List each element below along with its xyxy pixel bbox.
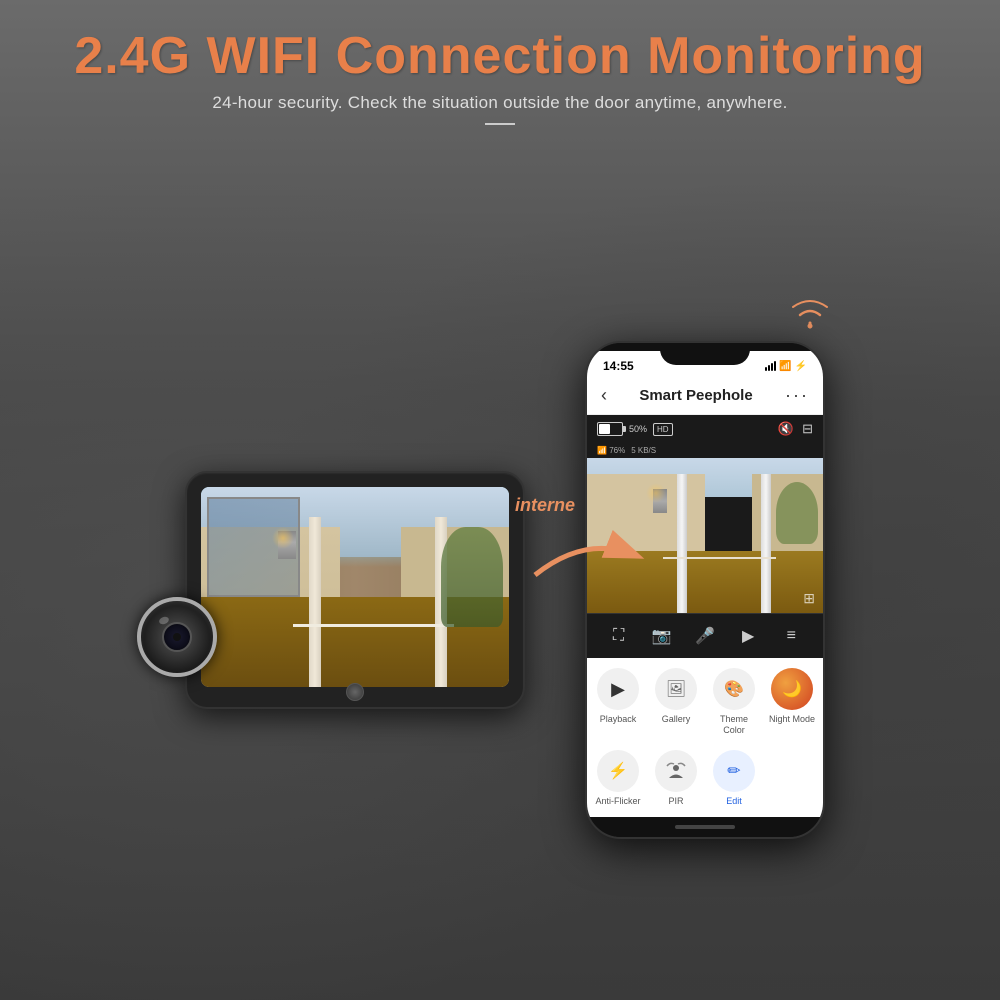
porch-column-left	[309, 517, 321, 687]
anti-flicker-icon: ⚡	[597, 750, 639, 792]
phone-porch-col2	[761, 474, 771, 614]
porch-image	[201, 487, 509, 687]
pir-icon	[655, 750, 697, 792]
toolbar-right: 🔇 ⊟	[778, 421, 813, 437]
feature-pir[interactable]: PIR	[651, 750, 701, 807]
night-mode-label: Night Mode	[769, 714, 815, 725]
arrow-svg	[525, 525, 645, 585]
main-title: 2.4G WIFI Connection Monitoring	[0, 28, 1000, 85]
signal-bar-1	[765, 367, 767, 371]
theme-color-label: Theme Color	[709, 714, 759, 736]
camera-lens-inner	[162, 622, 192, 652]
camera-overlay-icon: ⊞	[803, 590, 815, 607]
mute-icon[interactable]: 🔇	[778, 421, 794, 437]
app-title: Smart Peephole	[639, 387, 752, 404]
battery-status-icon: ⚡	[795, 361, 807, 372]
feature-grid-2: ⚡ Anti-Flicker PIR	[587, 746, 823, 817]
porch-trees	[441, 527, 503, 627]
gallery-icon-symbol: 🖼	[666, 679, 686, 699]
phone-porch-lampglow	[646, 483, 666, 503]
battery-icon	[597, 422, 623, 436]
anti-flicker-label: Anti-Flicker	[595, 796, 640, 807]
settings-button[interactable]: ≡	[777, 622, 805, 650]
device-container: interne	[185, 471, 525, 709]
status-time: 14:55	[603, 359, 634, 373]
playback-label: Playback	[600, 714, 637, 725]
speed-label: 5 KB/S	[631, 446, 656, 455]
toolbar-left: 50% HD	[597, 422, 673, 436]
theme-icon-symbol: 🎨	[724, 679, 744, 699]
phone-porch-trees	[776, 482, 818, 544]
signal-bar-2	[768, 365, 770, 371]
signal-bars-icon	[765, 361, 776, 371]
phone-bottom	[587, 817, 823, 837]
content-area: interne	[0, 180, 1000, 1000]
status-icons: 📶 ⚡	[765, 361, 807, 372]
app-toolbar: 50% HD 🔇 ⊟	[587, 415, 823, 443]
feature-edit[interactable]: ✏ Edit	[709, 750, 759, 807]
edit-icon-symbol: ✏	[727, 761, 740, 781]
notch	[660, 343, 750, 365]
device-button[interactable]	[346, 683, 364, 701]
back-button[interactable]: ‹	[601, 385, 607, 406]
signal-bar-3	[771, 363, 773, 371]
phone-porch-rail	[663, 557, 776, 559]
arrow-container: interne	[525, 525, 645, 590]
record-button[interactable]: ▶	[734, 622, 762, 650]
hd-badge: HD	[653, 423, 673, 436]
edit-label: Edit	[726, 796, 742, 807]
pir-icon-svg	[665, 760, 687, 782]
wifi-icon	[785, 291, 835, 331]
feature-theme-color[interactable]: 🎨 Theme Color	[709, 668, 759, 736]
signal-bar-4	[774, 361, 776, 371]
porch-light-glow	[272, 527, 294, 549]
porch-railing	[293, 624, 453, 627]
gallery-icon: 🖼	[655, 668, 697, 710]
controls-row: ⛶ 📷 🎤 ▶ ≡	[587, 613, 823, 658]
device-screen	[201, 487, 509, 687]
feature-gallery[interactable]: 🖼 Gallery	[651, 668, 701, 736]
more-menu-button[interactable]: ···	[785, 385, 809, 406]
feature-night-mode[interactable]: 🌙 Night Mode	[767, 668, 817, 736]
playback-icon: ▶	[597, 668, 639, 710]
battery-fill	[599, 424, 610, 434]
sub-title: 24-hour security. Check the situation ou…	[0, 93, 1000, 113]
wifi-speed-row: 📶 76% 5 KB/S	[587, 443, 823, 458]
wifi-percent: 📶 76%	[597, 446, 625, 455]
camera-lens-dot	[173, 633, 181, 641]
feature-empty	[767, 750, 817, 807]
pir-label: PIR	[668, 796, 683, 807]
gallery-label: Gallery	[662, 714, 691, 725]
theme-color-icon: 🎨	[713, 668, 755, 710]
snapshot-button[interactable]: 📷	[648, 622, 676, 650]
layout-icon[interactable]: ⊟	[802, 421, 813, 437]
battery-percent: 50%	[629, 424, 647, 434]
feature-playback[interactable]: ▶ Playback	[593, 668, 643, 736]
internet-label: interne	[515, 495, 575, 516]
mic-button[interactable]: 🎤	[691, 622, 719, 650]
night-mode-icon: 🌙	[771, 668, 813, 710]
fullscreen-button[interactable]: ⛶	[605, 622, 633, 650]
home-bar	[675, 825, 735, 829]
playback-icon-symbol: ▶	[611, 679, 625, 700]
phone-porch-col1	[677, 474, 687, 614]
wifi-signal-area	[785, 291, 835, 336]
feature-anti-flicker[interactable]: ⚡ Anti-Flicker	[593, 750, 643, 807]
edit-icon: ✏	[713, 750, 755, 792]
app-nav: ‹ Smart Peephole ···	[587, 377, 823, 415]
night-mode-icon-symbol: 🌙	[782, 679, 802, 699]
header: 2.4G WIFI Connection Monitoring 24-hour …	[0, 0, 1000, 125]
door-viewer-device	[185, 471, 525, 709]
wifi-status-icon: 📶	[779, 361, 791, 372]
camera-lens	[137, 597, 217, 677]
feature-grid: ▶ Playback 🖼 Gallery 🎨 Theme Color	[587, 658, 823, 746]
divider	[485, 123, 515, 125]
anti-flicker-symbol: ⚡	[608, 761, 628, 781]
